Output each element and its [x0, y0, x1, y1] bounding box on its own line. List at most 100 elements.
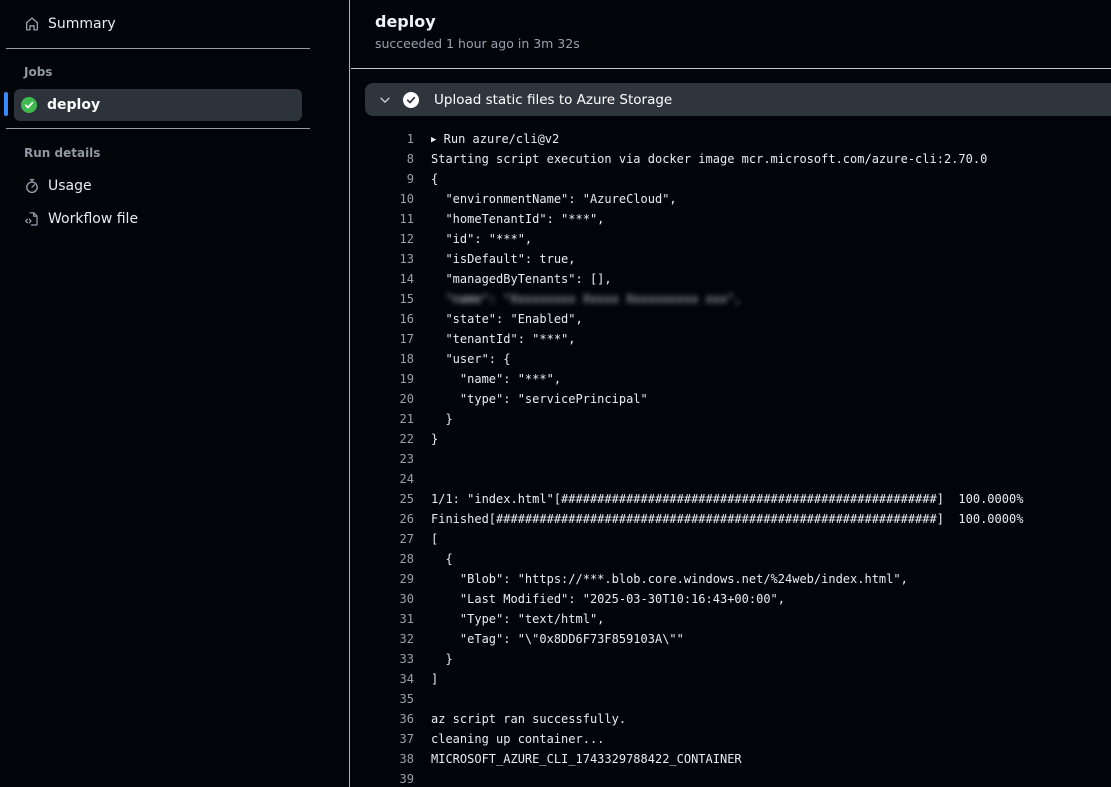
- log-line-text: ]: [431, 669, 438, 689]
- chevron-down-icon[interactable]: [378, 93, 392, 107]
- log-line: 30 "Last Modified": "2025-03-30T10:16:43…: [351, 589, 1111, 609]
- log-line-text: "homeTenantId": "***",: [431, 209, 604, 229]
- log-line: 1 ▶ Run azure/cli@v2: [351, 129, 1111, 149]
- success-check-icon: [21, 97, 37, 113]
- log-line-number[interactable]: 1: [351, 129, 414, 149]
- log-line: 38MICROSOFT_AZURE_CLI_1743329788422_CONT…: [351, 749, 1111, 769]
- log-line-text: "state": "Enabled",: [431, 309, 583, 329]
- stopwatch-icon: [24, 178, 40, 194]
- log-line-number[interactable]: 36: [351, 709, 414, 729]
- log-line: 37 cleaning up container...: [351, 729, 1111, 749]
- log-line-number[interactable]: 17: [351, 329, 414, 349]
- expand-group-icon[interactable]: ▶: [431, 130, 436, 150]
- selected-job-accent-bar: [4, 92, 8, 116]
- log-line-text: "managedByTenants": [],: [431, 269, 612, 289]
- log-line: 9{: [351, 169, 1111, 189]
- log-line-number[interactable]: 31: [351, 609, 414, 629]
- log-line-number[interactable]: 21: [351, 409, 414, 429]
- log-line: 15 "name": "Xxxxxxxxx Xxxxx Xxxxxxxxxx x…: [351, 289, 1111, 309]
- sidebar-item-usage[interactable]: Usage: [0, 169, 349, 202]
- job-log-panel: deploy succeeded 1 hour ago in 3m 32s Up…: [351, 0, 1111, 787]
- log-line-number[interactable]: 35: [351, 689, 414, 709]
- sidebar-item-workflow-file[interactable]: Workflow file: [0, 202, 349, 235]
- log-line-text: "id": "***",: [431, 229, 532, 249]
- log-line-number[interactable]: 20: [351, 389, 414, 409]
- log-line-text: "eTag": "\"0x8DD6F73F859103A\"": [431, 629, 684, 649]
- log-line: 28 {: [351, 549, 1111, 569]
- log-line-text: "type": "servicePrincipal": [431, 389, 648, 409]
- sidebar-item-label: Workflow file: [48, 211, 138, 227]
- redacted-log-text: "name": "Xxxxxxxxx Xxxxx Xxxxxxxxxx xxx"…: [431, 292, 742, 306]
- log-line: 34]: [351, 669, 1111, 689]
- log-line: 18 "user": {: [351, 349, 1111, 369]
- log-line: 31 "Type": "text/html",: [351, 609, 1111, 629]
- log-line-number[interactable]: 9: [351, 169, 414, 189]
- log-line-number[interactable]: 12: [351, 229, 414, 249]
- log-line: 13 "isDefault": true,: [351, 249, 1111, 269]
- log-lines: 1 ▶ Run azure/cli@v2 8 Starting script exec…: [351, 116, 1111, 787]
- log-line-text: "name": "Xxxxxxxxx Xxxxx Xxxxxxxxxx xxx"…: [431, 289, 742, 309]
- log-line-number[interactable]: 39: [351, 769, 414, 787]
- log-line-number[interactable]: 13: [351, 249, 414, 269]
- log-line: 20 "type": "servicePrincipal": [351, 389, 1111, 409]
- log-line: 35: [351, 689, 1111, 709]
- log-line: 33 }: [351, 649, 1111, 669]
- log-line-number[interactable]: 18: [351, 349, 414, 369]
- log-line-text: cleaning up container...: [431, 729, 604, 749]
- log-line: 32 "eTag": "\"0x8DD6F73F859103A\"": [351, 629, 1111, 649]
- log-line-number[interactable]: 27: [351, 529, 414, 549]
- log-line-number[interactable]: 33: [351, 649, 414, 669]
- step-success-check-icon: [403, 92, 419, 108]
- log-line-text: Starting script execution via docker ima…: [431, 149, 987, 169]
- log-line-text: "Blob": "https://***.blob.core.windows.n…: [431, 569, 908, 589]
- log-line-number[interactable]: 23: [351, 449, 414, 469]
- log-line-number[interactable]: 24: [351, 469, 414, 489]
- log-line: 23: [351, 449, 1111, 469]
- log-line: 25 1/1: "index.html"[####################…: [351, 489, 1111, 509]
- log-line-text: 1/1: "index.html"[######################…: [431, 489, 1023, 509]
- log-line-text: "name": "***",: [431, 369, 561, 389]
- log-group-header[interactable]: ▶ Run azure/cli@v2: [431, 129, 559, 149]
- log-line-number[interactable]: 19: [351, 369, 414, 389]
- sidebar-item-label: Summary: [48, 16, 116, 32]
- sidebar-divider: [6, 48, 310, 49]
- log-line-number[interactable]: 30: [351, 589, 414, 609]
- log-line-text: "environmentName": "AzureCloud",: [431, 189, 677, 209]
- log-line-number[interactable]: 29: [351, 569, 414, 589]
- sidebar-item-summary[interactable]: Summary: [0, 7, 349, 40]
- job-header: deploy succeeded 1 hour ago in 3m 32s: [351, 0, 1111, 69]
- log-line-number[interactable]: 28: [351, 549, 414, 569]
- log-line-text: {: [431, 549, 453, 569]
- log-line-number[interactable]: 11: [351, 209, 414, 229]
- step-title: Upload static files to Azure Storage: [434, 92, 672, 108]
- log-line-number[interactable]: 34: [351, 669, 414, 689]
- log-line-number[interactable]: 14: [351, 269, 414, 289]
- log-line-number[interactable]: 32: [351, 629, 414, 649]
- log-line-text: az script ran successfully.: [431, 709, 626, 729]
- log-line: 27 [: [351, 529, 1111, 549]
- log-line-text: }: [431, 429, 438, 449]
- log-line-number[interactable]: 16: [351, 309, 414, 329]
- run-details-heading: Run details: [24, 146, 349, 160]
- file-code-icon: [24, 211, 40, 227]
- log-line-number[interactable]: 8: [351, 149, 414, 169]
- log-line: 39: [351, 769, 1111, 787]
- log-line-text: {: [431, 169, 438, 189]
- log-line-number[interactable]: 38: [351, 749, 414, 769]
- log-line-number[interactable]: 10: [351, 189, 414, 209]
- sidebar-item-label: Usage: [48, 178, 92, 194]
- step-header-upload-static-files[interactable]: Upload static files to Azure Storage: [365, 83, 1111, 116]
- sidebar-job-deploy[interactable]: deploy: [14, 89, 302, 121]
- log-line-number[interactable]: 25: [351, 489, 414, 509]
- log-line: 12 "id": "***",: [351, 229, 1111, 249]
- log-line-text: [: [431, 529, 438, 549]
- log-line: 29 "Blob": "https://***.blob.core.window…: [351, 569, 1111, 589]
- log-line-text: "Type": "text/html",: [431, 609, 604, 629]
- log-line-number[interactable]: 37: [351, 729, 414, 749]
- log-line-number[interactable]: 15: [351, 289, 414, 309]
- workflow-run-page: Summary Jobs deploy Run details: [0, 0, 1111, 787]
- log-line-number[interactable]: 26: [351, 509, 414, 529]
- log-line-text: Finished[###############################…: [431, 509, 1023, 529]
- log-line-number[interactable]: 22: [351, 429, 414, 449]
- log-line-text: "Last Modified": "2025-03-30T10:16:43+00…: [431, 589, 785, 609]
